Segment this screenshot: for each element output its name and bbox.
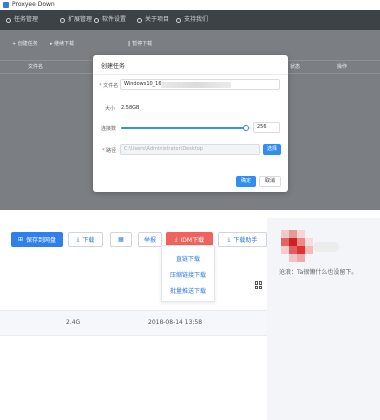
column-header-actions: 操作 [337,64,348,70]
nav-label: 扩展管理 [68,16,93,23]
nav-item-tasks[interactable]: 任务管理 [6,10,38,30]
connections-label: 连接数 [101,126,117,132]
extensions-icon [60,17,65,23]
slider-fill [121,127,246,129]
file-size: 2.4G [66,319,81,326]
report-button[interactable]: 举报 [138,232,162,247]
gear-icon [94,17,99,23]
nav-label: 软件设置 [102,16,127,23]
grid-cell [255,281,258,285]
filename-label-text: 文件名 [103,83,119,89]
nav-item-settings[interactable]: 软件设置 [94,10,126,30]
create-task-button[interactable]: + 创建任务 [12,38,38,50]
info-icon [137,17,142,23]
path-label: * 路径 [102,147,116,154]
filename-value: Windows10_16 [124,81,162,87]
connections-input[interactable]: 256 [253,122,280,133]
download-button[interactable]: ⤓ 下载 [68,232,103,247]
nav-item-about[interactable]: 关于项目 [137,10,169,30]
nav-label: 关于项目 [145,16,170,23]
download-dropdown-menu: 直链下载 压缩链接下载 批量推送下载 [161,245,215,302]
column-header-filename: 文件名 [28,64,44,70]
path-label-text: 路径 [106,148,117,154]
size-value: 2.58GB [121,105,140,111]
nav-label: 任务管理 [14,16,39,23]
grid-view-icon[interactable] [255,281,263,289]
right-sidebar: 沧浪：Ta很懒什么也没留下。 [267,218,380,420]
slider-handle[interactable] [242,125,249,131]
app-icon [3,2,9,8]
qrcode-icon: ▦ [118,236,124,243]
direct-download-item[interactable]: 直链下载 [162,254,214,263]
download-icon: ⤓ [174,235,178,243]
button-label: 下载助手 [233,237,258,244]
app-overlay-area: 任务管理 扩展管理 软件设置 关于项目 支持我们 + 创建任务 ▸ 继续下载 ‖… [0,10,380,210]
cancel-button[interactable]: 取消 [259,176,281,187]
top-navigation: 任务管理 扩展管理 软件设置 关于项目 支持我们 [0,10,380,30]
plus-square-icon: ⊞ [17,236,23,243]
button-label: 保存到网盘 [26,237,57,244]
nav-label: 支持我们 [184,16,209,23]
file-row[interactable]: 2.4G 2018-08-14 13:58 [0,310,267,336]
page-separator [0,210,380,218]
button-label: IDM下载 [180,237,205,244]
qrcode-button[interactable]: ▦ [110,232,132,247]
heart-icon [176,17,181,23]
download-helper-button[interactable]: ⤓ 下载助手 [218,232,267,247]
create-task-dialog: 创建任务 * 文件名 Windows10_16 大小 2.58GB 连接数 25… [93,55,288,192]
filename-label: * 文件名 [99,82,118,89]
compressed-link-download-item[interactable]: 压缩链接下载 [162,270,214,279]
connections-slider[interactable] [121,125,251,131]
pause-download-button[interactable]: ‖ 暂停下载 [128,38,152,50]
column-header-status: 状态 [290,64,301,70]
toolbar-label: 暂停下载 [132,41,153,47]
file-date: 2018-08-14 13:58 [148,319,203,326]
window-title: Proxyee Down [12,1,55,8]
nav-item-support[interactable]: 支持我们 [176,10,208,30]
size-label: 大小 [105,106,116,112]
toolbar-label: 创建任务 [17,41,38,47]
task-toolbar: + 创建任务 ▸ 继续下载 ‖ 暂停下载 [0,38,380,50]
redacted-text [161,82,231,88]
choose-path-button[interactable]: 选择 [263,144,281,155]
filename-input[interactable]: Windows10_16 [120,79,280,90]
button-label: 下载 [82,237,95,244]
download-icon: ⤓ [76,235,80,243]
tasks-icon [6,17,11,23]
resume-download-button[interactable]: ▸ 继续下载 [50,38,74,50]
path-input[interactable]: C:\Users\Administrator\Desktop [120,144,260,155]
grid-cell [259,281,262,285]
nav-item-extensions[interactable]: 扩展管理 [60,10,92,30]
toolbar-label: 继续下载 [54,41,75,47]
grid-cell [255,285,258,289]
dialog-title: 创建任务 [101,63,126,70]
grid-cell [259,285,262,289]
dialog-divider [93,74,288,75]
confirm-button[interactable]: 确定 [236,176,256,187]
required-mark: * [102,148,105,154]
required-mark: * [99,83,102,89]
uploader-signature: 沧浪：Ta很懒什么也没留下。 [279,269,358,276]
save-to-drive-button[interactable]: ⊞ 保存到网盘 [11,232,63,247]
batch-push-download-item[interactable]: 批量推送下载 [162,286,214,295]
download-icon: ⤓ [227,235,231,243]
